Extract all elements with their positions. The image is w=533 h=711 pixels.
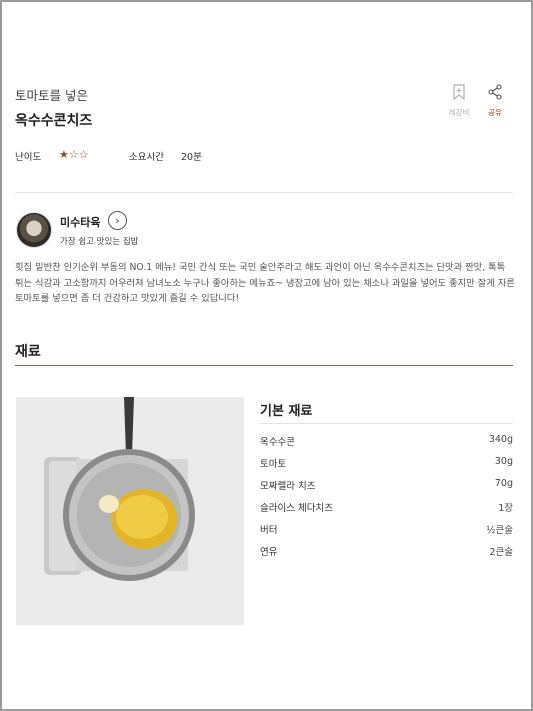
section-divider <box>15 365 513 366</box>
ingredient-amount: 2큰술 <box>489 547 513 558</box>
star-empty-icon: ☆ <box>68 148 79 161</box>
ingredient-name: 연유 <box>260 547 278 558</box>
ingredient-name: 옥수수콘 <box>260 437 295 448</box>
ingredient-name: 모짜렐라 치즈 <box>260 481 316 492</box>
bookmark-icon <box>453 84 465 101</box>
chevron-right-icon: › <box>115 214 120 227</box>
share-label: 공유 <box>488 108 502 117</box>
ingredient-group-title: 기본 재료 <box>260 404 313 419</box>
pan-with-corn-image <box>16 397 244 625</box>
share-button[interactable]: 공유 <box>484 84 506 118</box>
time-value: 20분 <box>181 152 202 163</box>
ingredient-photo <box>16 397 244 625</box>
bookmark-label: 레깅비 <box>448 108 470 117</box>
star-filled-icon: ★ <box>59 148 69 161</box>
recipe-intro: 횟집 밑반찬 인기순위 부동의 NO.1 메뉴! 국민 간식 또는 국민 술안주… <box>15 262 515 305</box>
ingredient-amount: 1장 <box>498 503 513 514</box>
author-profile-button[interactable]: › <box>108 211 127 230</box>
ingredient-row: 토마토 30g <box>260 456 513 478</box>
author-avatar[interactable] <box>16 212 52 248</box>
share-icon <box>488 84 502 100</box>
divider <box>15 192 513 193</box>
bookmark-button[interactable]: 레깅비 <box>446 84 472 118</box>
ingredient-amount: 30g <box>494 456 513 467</box>
ingredient-name: 토마토 <box>260 459 287 470</box>
ingredient-amount: 70g <box>494 478 513 489</box>
recipe-title: 옥수수콘치즈 <box>15 113 93 129</box>
ingredient-amount: 340g <box>488 434 513 445</box>
divider <box>260 423 513 424</box>
recipe-page: 토마토를 넣은 옥수수콘치즈 레깅비 공유 난이도 ★☆☆ 소요시간 20분 미… <box>0 0 533 711</box>
ingredient-name: 슬라이스 체다치즈 <box>260 503 333 514</box>
ingredient-row: 옥수수콘 340g <box>260 434 513 456</box>
recipe-subtitle: 토마토를 넣은 <box>15 88 88 103</box>
ingredient-name: 버터 <box>260 525 278 536</box>
author-description: 가장 쉽고 맛있는 집밥 <box>60 237 139 247</box>
difficulty-rating: ★☆☆ <box>59 148 89 161</box>
ingredient-amount: ½큰술 <box>486 525 513 536</box>
difficulty-label: 난이도 <box>15 152 42 163</box>
time-label: 소요시간 <box>129 152 164 163</box>
author-name[interactable]: 미수타육 <box>60 214 100 230</box>
ingredient-list: 옥수수콘 340g 토마토 30g 모짜렐라 치즈 70g 슬라이스 체다치즈 … <box>260 434 513 566</box>
star-empty-icon: ☆ <box>78 148 89 161</box>
ingredient-row: 연유 2큰술 <box>260 544 513 566</box>
ingredients-heading: 재료 <box>15 344 41 360</box>
ingredient-row: 슬라이스 체다치즈 1장 <box>260 500 513 522</box>
ingredient-row: 모짜렐라 치즈 70g <box>260 478 513 500</box>
ingredient-row: 버터 ½큰술 <box>260 522 513 544</box>
